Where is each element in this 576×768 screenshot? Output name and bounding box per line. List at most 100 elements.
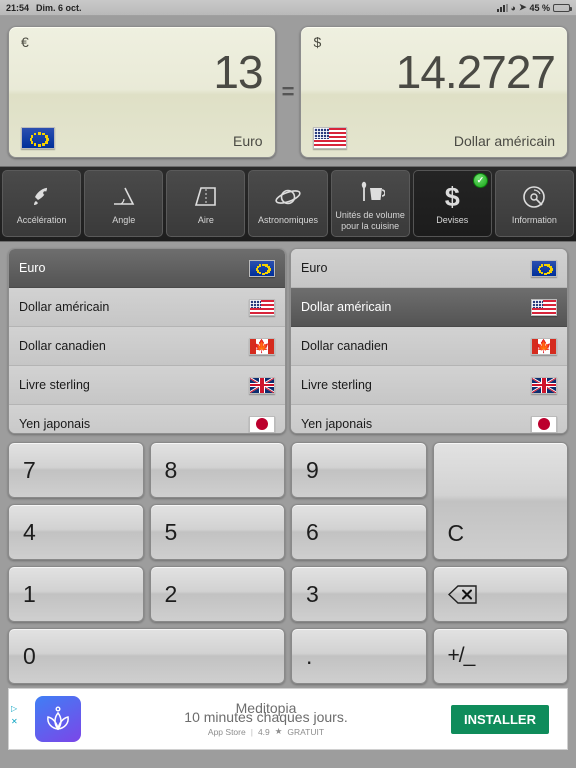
source-value: 13 <box>213 46 263 98</box>
currency-list-item[interactable]: Euro <box>291 249 567 288</box>
currency-list-item[interactable]: Dollar canadien 🍁 <box>9 327 285 366</box>
star-icon: ★ <box>274 726 283 736</box>
source-currency-list[interactable]: Euro Dollar américain Dollar canadien 🍁 Livr… <box>8 248 286 434</box>
flag-us-icon <box>313 127 348 149</box>
currency-name: Livre sterling <box>301 378 372 392</box>
disc-icon <box>521 181 547 213</box>
currency-name: Euro <box>19 261 46 275</box>
tab-label: Astronomiques <box>257 215 318 226</box>
currency-name: Yen japonais <box>19 417 91 431</box>
source-currency-name: Euro <box>233 133 263 149</box>
key-9[interactable]: 9 <box>291 442 427 498</box>
currency-list-item[interactable]: Yen japonais <box>9 405 285 433</box>
ad-app-icon <box>35 696 81 742</box>
key-4[interactable]: 4 <box>8 504 144 560</box>
flag-uk-icon <box>531 376 557 394</box>
location-arrow-icon: ➤ <box>518 2 527 12</box>
status-date: Dim. 6 oct. <box>36 2 82 13</box>
status-time: 21:54 <box>6 2 30 13</box>
currency-list-item[interactable]: Livre sterling <box>291 366 567 405</box>
tab-acclration[interactable]: Accélération <box>2 170 82 237</box>
flag-eu-icon <box>249 259 275 277</box>
ad-install-button[interactable]: INSTALLER <box>451 704 549 734</box>
tab-devises[interactable]: $ Devises ✓ <box>412 170 492 237</box>
key-6[interactable]: 6 <box>291 504 427 560</box>
currency-list-item[interactable]: Yen japonais <box>291 405 567 433</box>
ad-price: GRATUIT <box>287 726 325 737</box>
battery-percent: 45 % <box>529 2 550 13</box>
currency-name: Livre sterling <box>19 378 90 392</box>
currency-name: Dollar américain <box>301 300 392 314</box>
key-clear[interactable]: C <box>432 442 568 560</box>
currency-list-item[interactable]: Dollar américain <box>9 288 285 327</box>
target-currency-name: Dollar américain <box>453 133 556 149</box>
wifi-icon: ◕ <box>510 2 516 13</box>
tab-label: Unités de volume pour la cuisine <box>335 210 405 231</box>
tab-angle[interactable]: Angle <box>84 170 164 237</box>
key-5[interactable]: 5 <box>149 504 285 560</box>
key-backspace[interactable] <box>432 566 568 622</box>
target-value: 14.2727 <box>395 46 556 98</box>
tab-units[interactable]: Unités de volume pour la cuisine <box>330 170 410 237</box>
currency-name: Euro <box>301 261 328 275</box>
ad-meta-separator: | <box>250 726 253 737</box>
flag-ca-icon: 🍁 <box>249 337 275 355</box>
status-bar-left: 21:54 Dim. 6 oct. <box>6 3 82 13</box>
currency-name: Dollar canadien <box>301 339 388 353</box>
dollar-icon: $ <box>444 181 460 212</box>
ad-markers: ▷ ✕ <box>11 703 18 729</box>
flag-ca-icon: 🍁 <box>531 337 557 355</box>
category-tab-bar: Accélération Angle Aire Astronomiques Unités… <box>0 166 576 242</box>
flag-us-icon <box>531 298 557 316</box>
ad-meta: App Store | 4.9 ★ GRATUIT <box>208 726 324 737</box>
key-0[interactable]: 0 <box>8 628 285 684</box>
selected-check-icon: ✓ <box>472 173 488 188</box>
ad-text-block: Meditopia 10 minutes chaques jours. App … <box>81 696 451 742</box>
currency-list-item[interactable]: Dollar américain <box>291 288 567 327</box>
flag-uk-icon <box>249 376 275 394</box>
tab-label: Accélération <box>16 215 67 226</box>
ad-close-icon[interactable]: ✕ <box>11 716 18 729</box>
tab-label: Information <box>511 215 557 226</box>
app-root: 21:54 Dim. 6 oct. ◕ ➤ 45 % € 13 Euro = $… <box>0 0 576 768</box>
angle-icon <box>111 181 137 213</box>
ad-banner[interactable]: ▷ ✕ Meditopia 10 minutes chaques jours. … <box>8 688 568 750</box>
key-decimal[interactable]: . <box>291 628 427 684</box>
tab-aire[interactable]: Aire <box>166 170 246 237</box>
backspace-icon <box>447 584 478 604</box>
ad-banner-wrapper: ▷ ✕ Meditopia 10 minutes chaques jours. … <box>0 686 576 754</box>
key-2[interactable]: 2 <box>149 566 285 622</box>
home-indicator-bar <box>0 764 576 768</box>
currency-list-item[interactable]: Livre sterling <box>9 366 285 405</box>
currency-name: Dollar canadien <box>19 339 106 353</box>
flag-us-icon <box>249 298 275 316</box>
currency-list-item[interactable]: Dollar canadien 🍁 <box>291 327 567 366</box>
tab-label: Angle <box>112 215 136 226</box>
planet-icon <box>274 181 302 213</box>
tab-astronomiques[interactable]: Astronomiques <box>248 170 328 237</box>
status-bar: 21:54 Dim. 6 oct. ◕ ➤ 45 % <box>0 0 576 16</box>
source-display[interactable]: € 13 Euro <box>8 26 276 158</box>
flag-eu-icon <box>21 127 55 149</box>
currency-lists: Euro Dollar américain Dollar canadien 🍁 Livr… <box>0 242 576 438</box>
conversion-displays: € 13 Euro = $ 14.2727 Dollar américain <box>0 16 576 166</box>
cup-spoon-icon <box>355 176 386 208</box>
tab-label: Devises <box>436 215 469 226</box>
tab-information[interactable]: Information <box>494 170 574 237</box>
key-3[interactable]: 3 <box>291 566 427 622</box>
ad-choices-icon[interactable]: ▷ <box>11 703 18 716</box>
battery-icon <box>553 3 572 12</box>
target-currency-list[interactable]: Euro Dollar américain Dollar canadien 🍁 Livr… <box>290 248 568 434</box>
area-icon <box>193 181 219 213</box>
key-1[interactable]: 1 <box>8 566 144 622</box>
key-plus-minus[interactable]: +/_ <box>432 628 568 684</box>
flag-jp-icon <box>249 415 275 433</box>
currency-list-item[interactable]: Euro <box>9 249 285 288</box>
key-8[interactable]: 8 <box>149 442 285 498</box>
key-7[interactable]: 7 <box>8 442 144 498</box>
currency-name: Dollar américain <box>19 300 110 314</box>
target-display[interactable]: $ 14.2727 Dollar américain <box>300 26 569 158</box>
ad-rating: 4.9 <box>257 726 270 737</box>
ad-store: App Store <box>207 726 246 737</box>
flag-jp-icon <box>531 415 557 433</box>
